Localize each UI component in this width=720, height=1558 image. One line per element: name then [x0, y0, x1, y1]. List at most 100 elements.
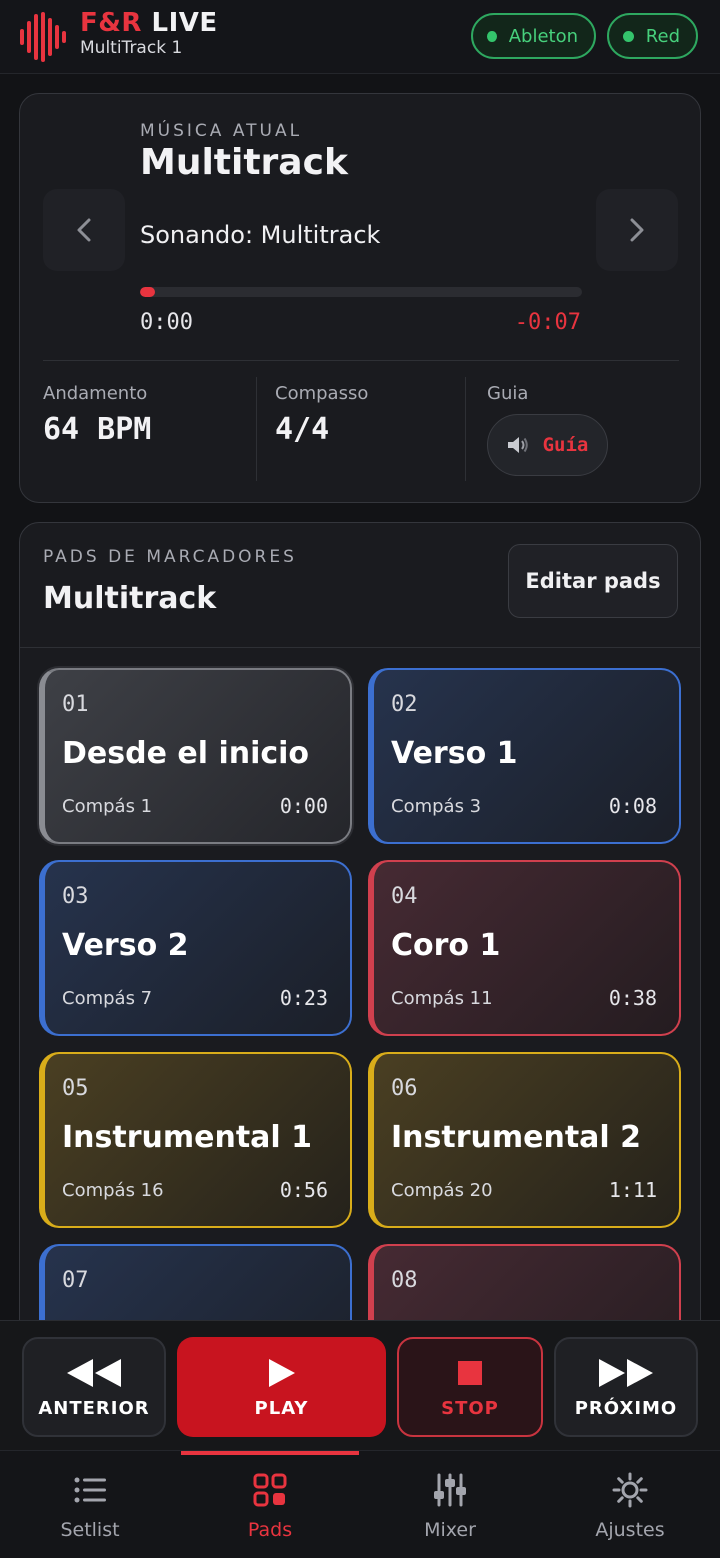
pad-bar: Compás 11	[391, 988, 493, 1009]
pad-time: 0:23	[279, 986, 328, 1010]
pad-number: 03	[62, 884, 89, 909]
nav-item-settings[interactable]: Ajustes	[540, 1451, 720, 1558]
network-status-label: Red	[645, 25, 680, 47]
chevron-left-icon	[77, 218, 91, 242]
pad-name: Desde el inicio	[62, 736, 310, 771]
divider	[20, 647, 700, 648]
marker-pad[interactable]: 05 Instrumental 1 Compás 16 0:56	[39, 1052, 352, 1228]
pad-number: 08	[391, 1268, 418, 1293]
brand-part2: LIVE	[151, 8, 218, 38]
meter-label: Compasso	[275, 383, 369, 404]
status-dot-icon	[487, 30, 497, 42]
pad-time: 1:11	[608, 1178, 657, 1202]
current-song-label: MÚSICA ATUAL	[140, 121, 303, 141]
pad-number: 04	[391, 884, 418, 909]
marker-pad[interactable]: 03 Verso 2 Compás 7 0:23	[39, 860, 352, 1036]
now-playing-text: Sonando: Multitrack	[140, 221, 381, 249]
play-label: PLAY	[254, 1397, 309, 1419]
pad-number: 01	[62, 692, 89, 717]
transport-bar: ANTERIOR PLAY STOP PRÓXIMO	[0, 1320, 720, 1450]
marker-pad[interactable]: 01 Desde el inicio Compás 1 0:00	[39, 668, 352, 844]
guide-stat: Guia Guía	[487, 377, 677, 481]
pad-name: Verso 1	[391, 736, 518, 771]
fast-forward-icon	[599, 1358, 653, 1387]
current-song-card: MÚSICA ATUAL Multitrack Sonando: Multitr…	[19, 93, 701, 503]
pad-bar: Compás 20	[391, 1180, 493, 1201]
marker-pad[interactable]: 06 Instrumental 2 Compás 20 1:11	[368, 1052, 681, 1228]
tempo-stat: Andamento 64 BPM	[43, 377, 257, 481]
app-header: F&R LIVE MultiTrack 1 Ableton Red	[0, 0, 720, 74]
guide-label: Guia	[487, 383, 529, 404]
guide-toggle-button[interactable]: Guía	[487, 414, 608, 476]
list-icon	[74, 1477, 106, 1503]
gear-icon	[612, 1472, 648, 1508]
tempo-label: Andamento	[43, 383, 148, 404]
nav-label: Ajustes	[595, 1519, 665, 1541]
previous-song-button[interactable]	[43, 189, 125, 271]
song-progress-fill	[140, 287, 156, 297]
nav-label: Setlist	[60, 1519, 120, 1541]
previous-marker-button[interactable]: ANTERIOR	[22, 1337, 166, 1437]
pad-number: 07	[62, 1268, 89, 1293]
elapsed-time: 0:00	[140, 310, 193, 335]
stop-icon	[458, 1360, 482, 1385]
status-dot-icon	[623, 30, 634, 42]
chevron-right-icon	[630, 218, 644, 242]
tempo-value: 64 BPM	[43, 412, 152, 447]
sliders-icon	[434, 1473, 466, 1507]
next-song-button[interactable]	[596, 189, 678, 271]
app-title: F&R LIVE	[80, 8, 218, 38]
brand: F&R LIVE MultiTrack 1	[80, 8, 218, 58]
pad-bar: Compás 16	[62, 1180, 164, 1201]
play-icon	[268, 1358, 295, 1387]
network-status-badge[interactable]: Red	[607, 13, 698, 59]
pad-number: 02	[391, 692, 418, 717]
marker-pads-card: PADS DE MARCADORES Multitrack Editar pad…	[19, 522, 701, 1352]
pad-name: Instrumental 1	[62, 1120, 313, 1155]
pad-bar: Compás 1	[62, 796, 153, 817]
previous-label: ANTERIOR	[38, 1397, 150, 1419]
pad-name: Coro 1	[391, 928, 501, 963]
pad-time: 0:38	[608, 986, 657, 1010]
ableton-status-label: Ableton	[508, 25, 578, 47]
pad-time: 0:56	[279, 1178, 328, 1202]
guide-button-label: Guía	[542, 434, 589, 456]
next-label: PRÓXIMO	[574, 1397, 678, 1419]
pad-time: 0:00	[279, 794, 328, 818]
pad-number: 05	[62, 1076, 89, 1101]
next-marker-button[interactable]: PRÓXIMO	[554, 1337, 698, 1437]
meter-value: 4/4	[275, 412, 330, 447]
waveform-logo-icon	[20, 12, 66, 62]
pad-number: 06	[391, 1076, 418, 1101]
brand-part1: F&R	[80, 8, 142, 38]
pad-name: Instrumental 2	[391, 1120, 642, 1155]
pad-bar: Compás 7	[62, 988, 153, 1009]
song-progress-bar[interactable]	[140, 287, 582, 297]
rewind-icon	[67, 1358, 121, 1387]
bottom-navigation: Setlist Pads Mixer Ajustes	[0, 1450, 720, 1558]
marker-pad[interactable]: 04 Coro 1 Compás 11 0:38	[368, 860, 681, 1036]
pads-song-title: Multitrack	[43, 581, 217, 616]
stop-label: STOP	[441, 1397, 499, 1419]
divider	[43, 360, 679, 361]
remaining-time: -0:07	[514, 310, 581, 335]
edit-pads-button[interactable]: Editar pads	[508, 544, 678, 618]
stop-button[interactable]: STOP	[397, 1337, 543, 1437]
pads-section-label: PADS DE MARCADORES	[43, 547, 297, 567]
meter-stat: Compasso 4/4	[275, 377, 466, 481]
ableton-status-badge[interactable]: Ableton	[471, 13, 596, 59]
nav-item-pads[interactable]: Pads	[180, 1451, 360, 1558]
pad-bar: Compás 3	[391, 796, 482, 817]
grid-icon	[253, 1473, 287, 1507]
nav-label: Mixer	[424, 1519, 476, 1541]
pad-time: 0:08	[608, 794, 657, 818]
marker-pad[interactable]: 02 Verso 1 Compás 3 0:08	[368, 668, 681, 844]
speaker-icon	[507, 437, 528, 453]
nav-item-setlist[interactable]: Setlist	[0, 1451, 180, 1558]
nav-label: Pads	[247, 1519, 293, 1541]
play-button[interactable]: PLAY	[177, 1337, 386, 1437]
current-song-title: Multitrack	[140, 142, 348, 183]
pad-name: Verso 2	[62, 928, 189, 963]
nav-item-mixer[interactable]: Mixer	[360, 1451, 540, 1558]
project-name: MultiTrack 1	[80, 38, 183, 58]
